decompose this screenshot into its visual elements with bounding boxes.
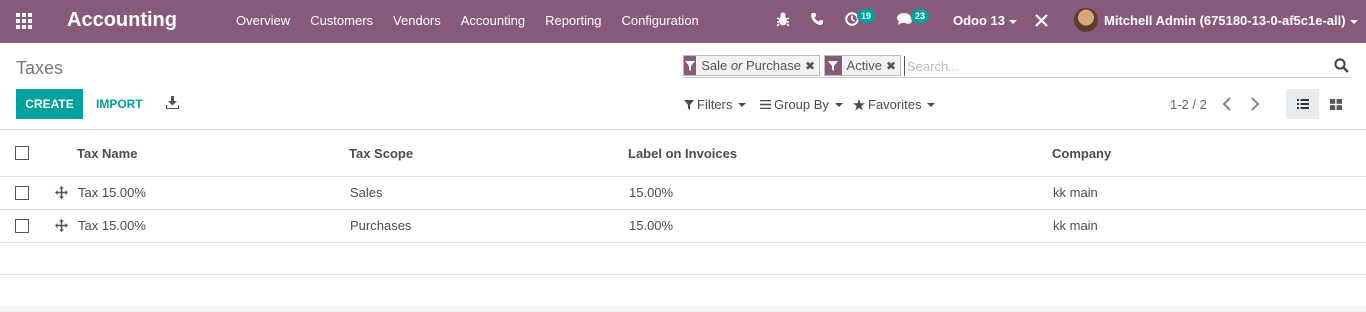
search-facet-type: Sale or Purchase ✖ <box>683 55 820 76</box>
apps-menu-icon[interactable] <box>16 13 34 29</box>
facet-label: Sale or Purchase <box>701 58 801 73</box>
chevron-down-icon <box>1009 19 1018 24</box>
favorites-label: Favorites <box>868 97 922 112</box>
cell-company: kk main <box>1053 218 1098 233</box>
groupby-dropdown[interactable]: Group By <box>760 97 843 112</box>
empty-row <box>0 275 1366 307</box>
empty-row <box>0 243 1366 275</box>
debug-bug-icon[interactable] <box>776 11 790 27</box>
filter-icon <box>684 99 694 110</box>
filter-icon <box>684 56 697 75</box>
row-checkbox[interactable] <box>15 219 29 233</box>
cell-tax-name: Tax 15.00% <box>78 185 146 200</box>
column-header-tax-name[interactable]: Tax Name <box>77 146 137 161</box>
chevron-right-icon[interactable] <box>1250 97 1260 111</box>
search-input[interactable] <box>904 56 1324 76</box>
remove-facet-icon[interactable]: ✖ <box>805 59 819 73</box>
list-footer <box>0 306 1366 312</box>
menu-item-reporting[interactable]: Reporting <box>545 13 601 28</box>
list-view-icon <box>1296 99 1309 109</box>
menu-item-configuration[interactable]: Configuration <box>621 13 698 28</box>
database-name: Odoo 13 <box>953 13 1006 28</box>
import-button[interactable]: IMPORT <box>96 97 143 111</box>
drag-handle-icon[interactable] <box>55 186 68 199</box>
app-title[interactable]: Accounting <box>67 9 177 32</box>
menu-item-accounting[interactable]: Accounting <box>461 13 525 28</box>
list-view-button[interactable] <box>1286 89 1319 119</box>
pager-value[interactable]: 1-2 / 2 <box>1170 97 1207 112</box>
filter-icon <box>825 56 842 75</box>
search-icon[interactable] <box>1334 58 1349 73</box>
database-switcher[interactable]: Odoo 13 <box>953 13 1018 28</box>
chevron-left-icon[interactable] <box>1222 97 1232 111</box>
column-header-tax-scope[interactable]: Tax Scope <box>349 146 413 161</box>
list-bars-icon <box>760 100 771 109</box>
phone-icon[interactable] <box>811 13 823 25</box>
user-name: Mitchell Admin (675180-13-0-af5c1e-all) <box>1104 13 1346 28</box>
menu-item-overview[interactable]: Overview <box>236 13 290 28</box>
cell-label-on-invoices: 15.00% <box>629 185 674 200</box>
breadcrumb: Taxes <box>16 58 64 78</box>
remove-facet-icon[interactable]: ✖ <box>886 59 900 73</box>
table-row[interactable]: Tax 15.00% Purchases 15.00% kk main <box>0 210 1366 243</box>
column-header-label-on-invoices[interactable]: Label on Invoices <box>628 146 737 161</box>
menu-item-vendors[interactable]: Vendors <box>393 13 441 28</box>
search-facet-active: Active ✖ <box>824 55 901 76</box>
cell-label-on-invoices: 15.00% <box>629 218 674 233</box>
download-icon[interactable] <box>166 96 179 109</box>
cell-tax-scope: Purchases <box>350 218 412 233</box>
main-menu: Overview Customers Vendors Accounting Re… <box>236 13 719 28</box>
filters-dropdown[interactable]: Filters <box>684 97 747 112</box>
chevron-down-icon <box>738 102 747 107</box>
chevron-down-icon <box>1349 19 1358 24</box>
column-header-company[interactable]: Company <box>1052 146 1111 161</box>
drag-handle-icon[interactable] <box>55 219 68 232</box>
cell-company: kk main <box>1053 185 1098 200</box>
activity-count-badge: 19 <box>857 9 875 23</box>
filters-label: Filters <box>697 97 733 112</box>
table-header: Tax Name Tax Scope Label on Invoices Com… <box>0 129 1366 177</box>
facet-label: Active <box>846 58 882 73</box>
top-navbar: Accounting Overview Customers Vendors Ac… <box>0 0 1366 43</box>
chevron-down-icon <box>927 102 936 107</box>
tools-icon[interactable] <box>1035 14 1048 27</box>
table-row[interactable]: Tax 15.00% Sales 15.00% kk main <box>0 177 1366 210</box>
groupby-label: Group By <box>774 97 829 112</box>
kanban-view-button[interactable] <box>1319 89 1352 119</box>
user-avatar[interactable] <box>1074 8 1098 32</box>
taxes-list-table: Tax Name Tax Scope Label on Invoices Com… <box>0 129 1366 307</box>
menu-item-customers[interactable]: Customers <box>310 13 373 28</box>
cell-tax-scope: Sales <box>350 185 383 200</box>
cell-tax-name: Tax 15.00% <box>78 218 146 233</box>
select-all-checkbox[interactable] <box>15 146 29 160</box>
search-bar: Sale or Purchase ✖ Active ✖ <box>683 54 1351 78</box>
star-icon <box>853 98 865 110</box>
row-checkbox[interactable] <box>15 186 29 200</box>
chevron-down-icon <box>834 102 843 107</box>
favorites-dropdown[interactable]: Favorites <box>853 97 936 112</box>
messages-count-badge: 23 <box>911 9 929 23</box>
kanban-view-icon <box>1329 98 1342 110</box>
create-button[interactable]: CREATE <box>16 89 83 119</box>
user-menu[interactable]: Mitchell Admin (675180-13-0-af5c1e-all) <box>1104 13 1358 28</box>
